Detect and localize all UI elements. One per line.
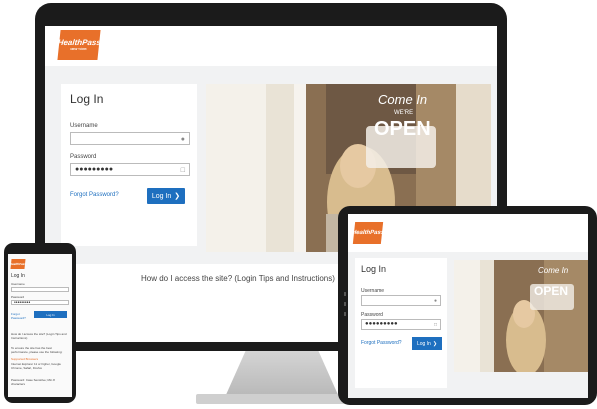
tablet-side-button (344, 312, 346, 316)
tablet-header: HealthPass (348, 214, 588, 252)
tablet-user-icon: ● (433, 298, 437, 304)
phone-forgot-password-link[interactable]: Forgot Password? (11, 312, 31, 320)
tablet-password-value: ●●●●●●●●● (365, 321, 398, 327)
phone-password-label: Password (11, 295, 25, 299)
phone-help-title[interactable]: How do I access the site? (Login Tips an… (11, 332, 67, 340)
tablet-login-button-label: Log In (416, 340, 431, 347)
logo-subtitle: NEW YORK (70, 47, 88, 51)
tablet-username-input[interactable]: ● (361, 295, 441, 306)
password-value: ●●●●●●●●● (75, 166, 114, 173)
phone-help-body: To ensure the site has the best performa… (11, 346, 63, 354)
logo-wordmark: HealthPass (57, 38, 102, 47)
tablet-chevron-right-icon: ❯ (432, 340, 438, 347)
sign-text-open: OPEN (374, 118, 431, 140)
phone-logo[interactable]: HealthPass (9, 259, 27, 269)
login-button[interactable]: Log In ❯ (147, 188, 185, 204)
password-input[interactable]: ●●●●●●●●● □ (70, 163, 190, 176)
phone-login-title: Log In (11, 273, 25, 279)
tablet-sign-text-top: Come In (538, 266, 569, 275)
tablet-screen: HealthPass Log In Username ● Password ●●… (348, 214, 588, 398)
phone-help-detail-1: Internet Explorer 11 or higher, Google C… (11, 362, 61, 370)
tablet-password-label: Password (361, 312, 383, 318)
chevron-right-icon: ❯ (174, 193, 181, 200)
tablet-side-button (344, 292, 346, 296)
tablet-username-label: Username (361, 288, 385, 294)
tablet-password-input[interactable]: ●●●●●●●●● □ (361, 319, 441, 330)
phone-login-button-label: Log In (46, 312, 55, 317)
tablet-lock-icon: □ (433, 322, 437, 328)
login-title: Log In (70, 92, 104, 106)
phone-screen: HealthPass Log In Username Password ●●●●… (8, 254, 72, 397)
phone-logo-wordmark: HealthPass (9, 261, 27, 266)
user-icon: ● (180, 136, 185, 143)
site-header: HealthPass NEW YORK (45, 26, 497, 66)
phone-help-detail-2: Password: Case Sensitive; Min 8 characte… (11, 378, 55, 386)
sign-text-middle: WE'RE (394, 110, 414, 116)
phone-help-heading: Supported Browsers (11, 357, 39, 361)
phone-login-button[interactable]: Log In (34, 311, 67, 318)
login-card: Log In Username ● Password ●●●●●●●●● □ F… (61, 84, 197, 246)
phone-password-value: ●●●●●●●●● (14, 300, 31, 304)
tablet-login-button[interactable]: Log In ❯ (412, 337, 442, 350)
forgot-password-link[interactable]: Forgot Password? (70, 192, 119, 198)
phone-username-label: Username (11, 282, 25, 286)
tablet-forgot-password-link[interactable]: Forgot Password? (361, 340, 402, 346)
tablet-logo[interactable]: HealthPass (351, 222, 385, 244)
phone-username-input[interactable] (11, 287, 69, 292)
monitor-stand (225, 351, 339, 397)
tablet-side-button (344, 302, 346, 306)
login-button-label: Log In (151, 192, 172, 200)
password-label: Password (70, 154, 97, 160)
tablet-login-title: Log In (361, 264, 387, 274)
sign-text-top: Come In (378, 92, 428, 107)
tablet-sign-text-open: OPEN (534, 284, 569, 298)
username-input[interactable]: ● (70, 132, 190, 145)
tablet-login-card: Log In Username ● Password ●●●●●●●●● □ F… (355, 258, 447, 388)
help-link[interactable]: How do I access the site? (Login Tips an… (141, 274, 335, 283)
phone-password-input[interactable]: ●●●●●●●●● (11, 300, 69, 305)
username-label: Username (70, 123, 98, 129)
tablet-logo-wordmark: HealthPass (351, 230, 385, 236)
tablet-storefront-photo: Come In OPEN (454, 260, 588, 372)
lock-icon: □ (180, 167, 185, 174)
healthpass-logo[interactable]: HealthPass NEW YORK (57, 30, 102, 60)
